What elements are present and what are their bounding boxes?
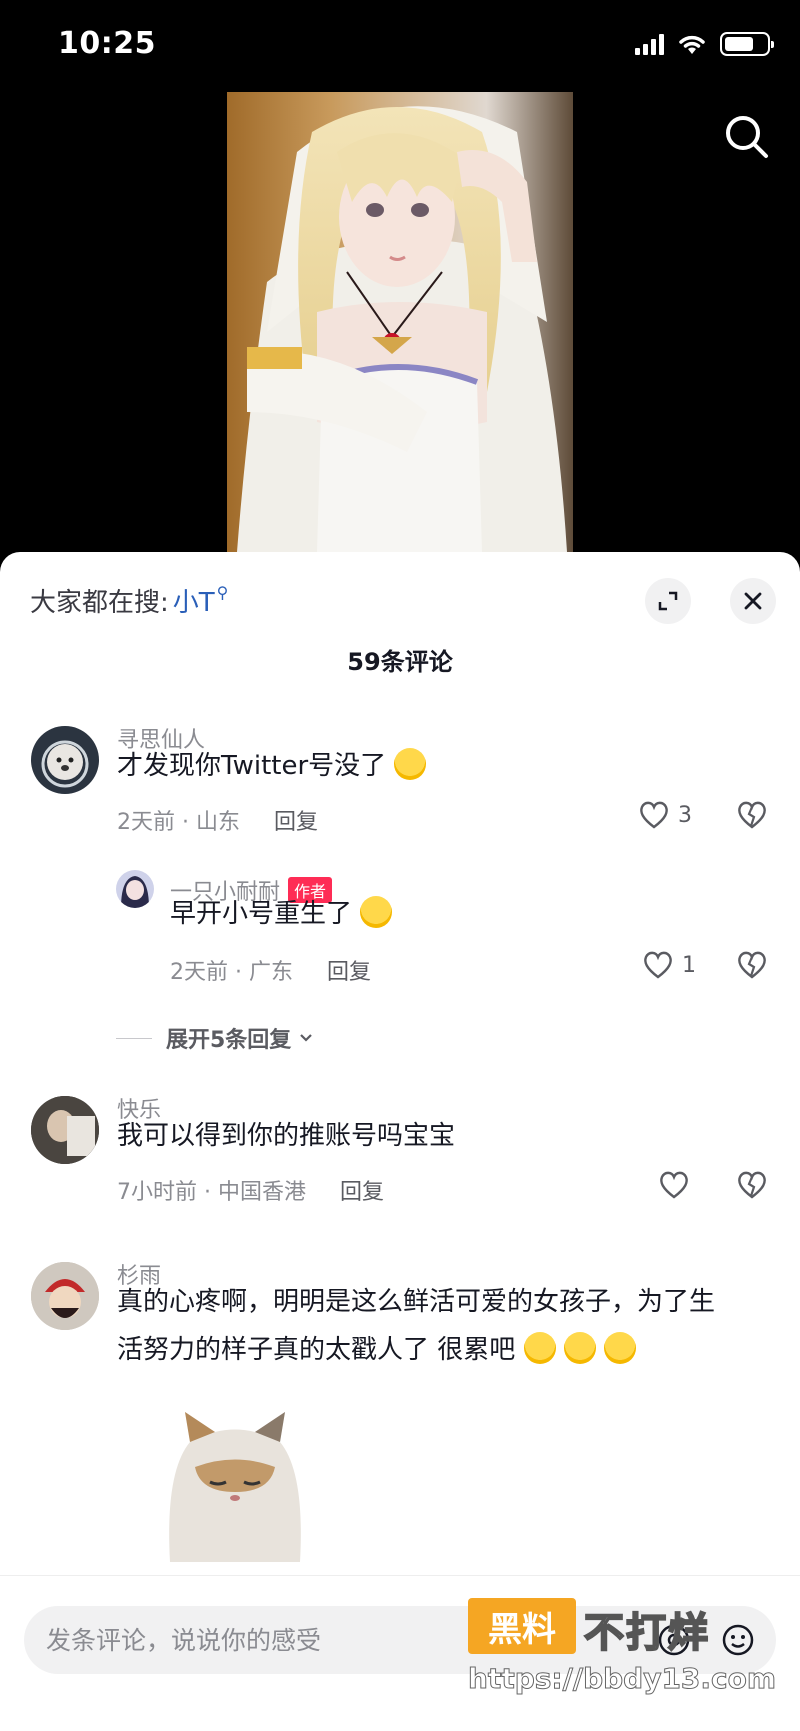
battery-level [725, 37, 753, 51]
video-content-image [227, 92, 573, 552]
comment-text-content: 才发现你Twitter号没了 [117, 751, 387, 781]
comment-text-content: 活努力的样子真的太戳人了 很累吧 [117, 1335, 516, 1365]
expand-replies-label: 展开5条回复 [166, 1028, 292, 1053]
comment-meta: 2天前 · 山东 回复 [117, 804, 318, 836]
broken-heart-icon [738, 1171, 766, 1199]
comment-sheet: 大家都在搜: 小T ⚲ 59条评论 寻思仙人 才发现你Twitter号没了 2天… [0, 552, 800, 1731]
watermark-logo: 黑料 [468, 1598, 576, 1654]
comment-meta: 7小时前 · 中国香港 回复 [117, 1174, 384, 1206]
comment-text: 才发现你Twitter号没了 [117, 742, 427, 790]
comment-sheet-header: 大家都在搜: 小T ⚲ [0, 552, 800, 642]
like-button[interactable]: 1 [642, 950, 696, 980]
status-time: 10:25 [58, 26, 156, 61]
expand-replies-button[interactable]: 展开5条回复 [116, 1022, 315, 1054]
like-count: 3 [678, 802, 692, 828]
laughing-crying-emoji [394, 747, 427, 780]
smirk-emoji [360, 895, 393, 928]
reply-button[interactable]: 回复 [327, 954, 371, 986]
dislike-button[interactable] [736, 800, 768, 834]
pleading-face-emoji [523, 1331, 556, 1364]
comment-time-location: 2天前 · 山东 [117, 810, 240, 835]
expand-button[interactable] [645, 578, 691, 624]
reply-button[interactable]: 回复 [340, 1174, 384, 1206]
avatar[interactable] [31, 1262, 99, 1330]
heart-icon [660, 1171, 688, 1199]
watermark: 黑料 不打烊 https://bbdy13.com [467, 1598, 778, 1698]
video-player[interactable] [0, 92, 800, 552]
comment-count: 59条评论 [347, 648, 453, 676]
avatar[interactable] [116, 870, 154, 908]
trending-search[interactable]: 大家都在搜: 小T ⚲ [30, 582, 228, 619]
pleading-face-emoji [563, 1331, 596, 1364]
chevron-down-icon [300, 1034, 313, 1042]
close-button[interactable] [730, 578, 776, 624]
status-icons [635, 32, 774, 56]
trending-prefix: 大家都在搜: [30, 588, 169, 618]
expand-icon [658, 591, 678, 611]
avatar[interactable] [31, 726, 99, 794]
comment-text: 早开小号重生了 [170, 890, 393, 938]
heart-icon [640, 801, 668, 829]
close-icon [744, 592, 762, 610]
search-icon [726, 116, 768, 158]
heart-icon [644, 951, 672, 979]
like-button[interactable]: 3 [638, 800, 692, 830]
broken-heart-icon [738, 951, 766, 979]
search-button[interactable] [722, 112, 772, 162]
trending-term[interactable]: 小T [173, 582, 215, 619]
reply-button[interactable]: 回复 [274, 804, 318, 836]
avatar[interactable] [31, 1096, 99, 1164]
status-bar: 10:25 [0, 0, 800, 92]
comment-text-line: 真的心疼啊，明明是这么鲜活可爱的女孩子，为了生 [117, 1287, 716, 1317]
wifi-icon [679, 35, 705, 54]
battery-icon [720, 32, 774, 56]
divider-line [116, 1037, 152, 1039]
broken-heart-icon [738, 801, 766, 829]
comment-time-location: 2天前 · 广东 [170, 960, 293, 985]
comment-text-line: 活努力的样子真的太戳人了 很累吧 [117, 1326, 715, 1374]
pleading-face-emoji [604, 1331, 637, 1364]
cat-sticker-image[interactable] [160, 1412, 310, 1562]
watermark-text: 不打烊 [583, 1609, 710, 1657]
search-small-icon: ⚲ [216, 583, 229, 602]
video-frame[interactable] [227, 92, 573, 552]
comment-text: 真的心疼啊，明明是这么鲜活可爱的女孩子，为了生 活努力的样子真的太戳人了 很累吧 [117, 1278, 715, 1374]
comment-text: 我可以得到你的推账号吗宝宝 [117, 1121, 456, 1151]
dislike-button[interactable] [736, 1170, 768, 1204]
watermark-url: https://bbdy13.com [467, 1662, 777, 1696]
like-count: 1 [682, 952, 696, 978]
like-button[interactable] [658, 1170, 690, 1200]
comment-meta: 2天前 · 广东 回复 [170, 954, 371, 986]
comment-text-content: 早开小号重生了 [170, 899, 353, 929]
comment-time-location: 7小时前 · 中国香港 [117, 1180, 306, 1205]
dislike-button[interactable] [736, 950, 768, 984]
cellular-signal-icon [635, 33, 664, 55]
